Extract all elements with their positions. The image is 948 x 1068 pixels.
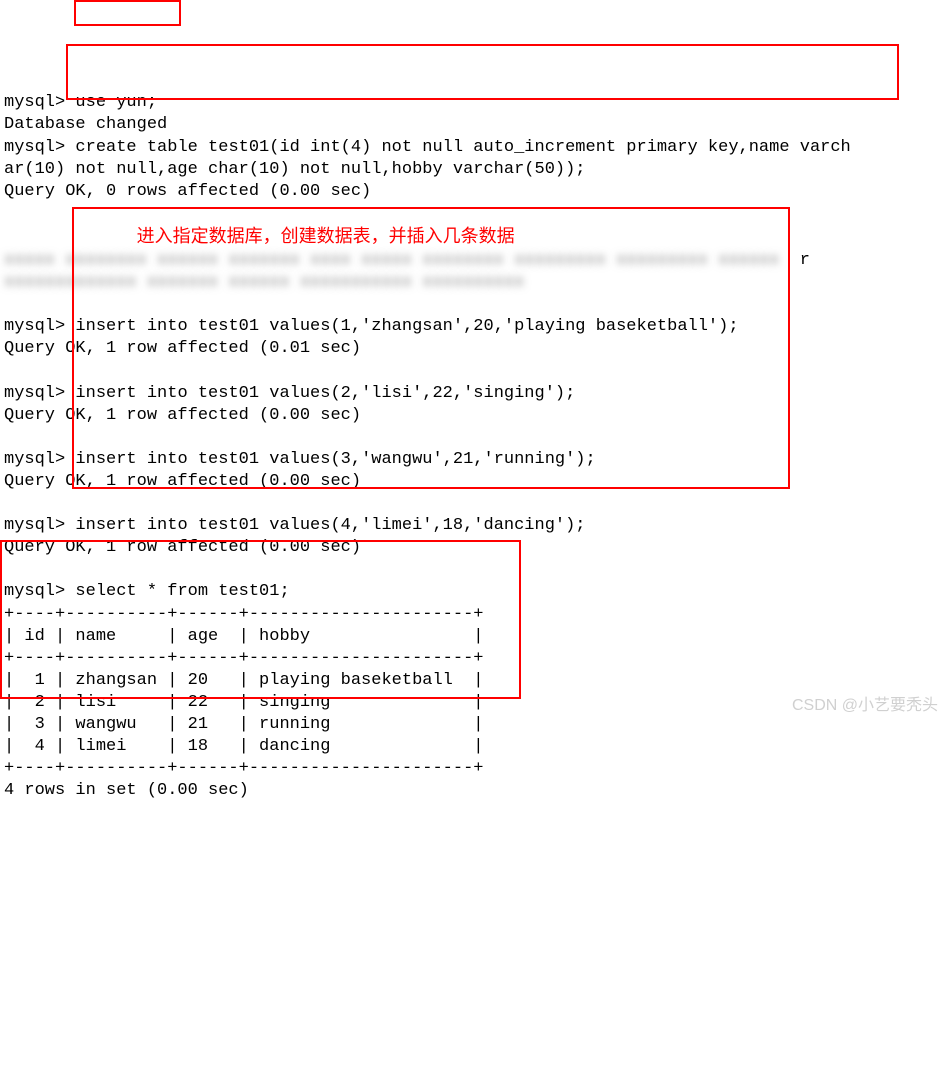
table-row: | 2 | lisi | 22 | singing | bbox=[4, 693, 483, 712]
query-ok-2: Query OK, 1 row affected (0.00 sec) bbox=[4, 406, 361, 425]
cmd-use: use yun; bbox=[75, 93, 157, 112]
cmd-create-b: ar(10) not null,age char(10) not null,ho… bbox=[4, 160, 586, 179]
cmd-insert-3: insert into test01 values(3,'wangwu',21,… bbox=[75, 450, 595, 469]
cmd-insert-2: insert into test01 values(2,'lisi',22,'s… bbox=[75, 384, 575, 403]
blur-r: r bbox=[800, 251, 810, 270]
prompt: mysql> bbox=[4, 384, 65, 403]
watermark: CSDN @小艺要秃头 bbox=[792, 696, 938, 717]
cmd-select: select * from test01; bbox=[75, 582, 289, 601]
prompt: mysql> bbox=[4, 582, 65, 601]
table-border: +----+----------+------+----------------… bbox=[4, 605, 483, 624]
table-row: | 4 | limei | 18 | dancing | bbox=[4, 737, 483, 756]
highlight-box-use bbox=[74, 0, 181, 26]
cmd-insert-4: insert into test01 values(4,'limei',18,'… bbox=[75, 516, 585, 535]
prompt: mysql> bbox=[4, 93, 65, 112]
query-ok-0: Query OK, 0 rows affected (0.00 sec) bbox=[4, 182, 371, 201]
prompt: mysql> bbox=[4, 317, 65, 336]
prompt: mysql> bbox=[4, 138, 65, 157]
annotation-text: 进入指定数据库，创建数据表，并插入几条数据 bbox=[137, 226, 515, 246]
table-head: | id | name | age | hobby | bbox=[4, 627, 483, 646]
db-changed: Database changed bbox=[4, 115, 167, 134]
table-border: +----+----------+------+----------------… bbox=[4, 759, 483, 778]
table-border: +----+----------+------+----------------… bbox=[4, 649, 483, 668]
table-row: | 3 | wangwu | 21 | running | bbox=[4, 715, 483, 734]
query-ok-4: Query OK, 1 row affected (0.00 sec) bbox=[4, 538, 361, 557]
prompt: mysql> bbox=[4, 516, 65, 535]
query-ok-1: Query OK, 1 row affected (0.01 sec) bbox=[4, 339, 361, 358]
blurred-line: xxxxxxxxxxxxx xxxxxxx xxxxxx xxxxxxxxxxx… bbox=[4, 273, 524, 292]
rows-in-set: 4 rows in set (0.00 sec) bbox=[4, 781, 249, 800]
prompt: mysql> bbox=[4, 450, 65, 469]
query-ok-3: Query OK, 1 row affected (0.00 sec) bbox=[4, 472, 361, 491]
cmd-insert-1: insert into test01 values(1,'zhangsan',2… bbox=[75, 317, 738, 336]
table-row: | 1 | zhangsan | 20 | playing baseketbal… bbox=[4, 671, 483, 690]
cmd-create-a: create table test01(id int(4) not null a… bbox=[75, 138, 850, 157]
blurred-line: xxxxx xxxxxxxx xxxxxx xxxxxxx xxxx xxxxx… bbox=[4, 251, 779, 270]
